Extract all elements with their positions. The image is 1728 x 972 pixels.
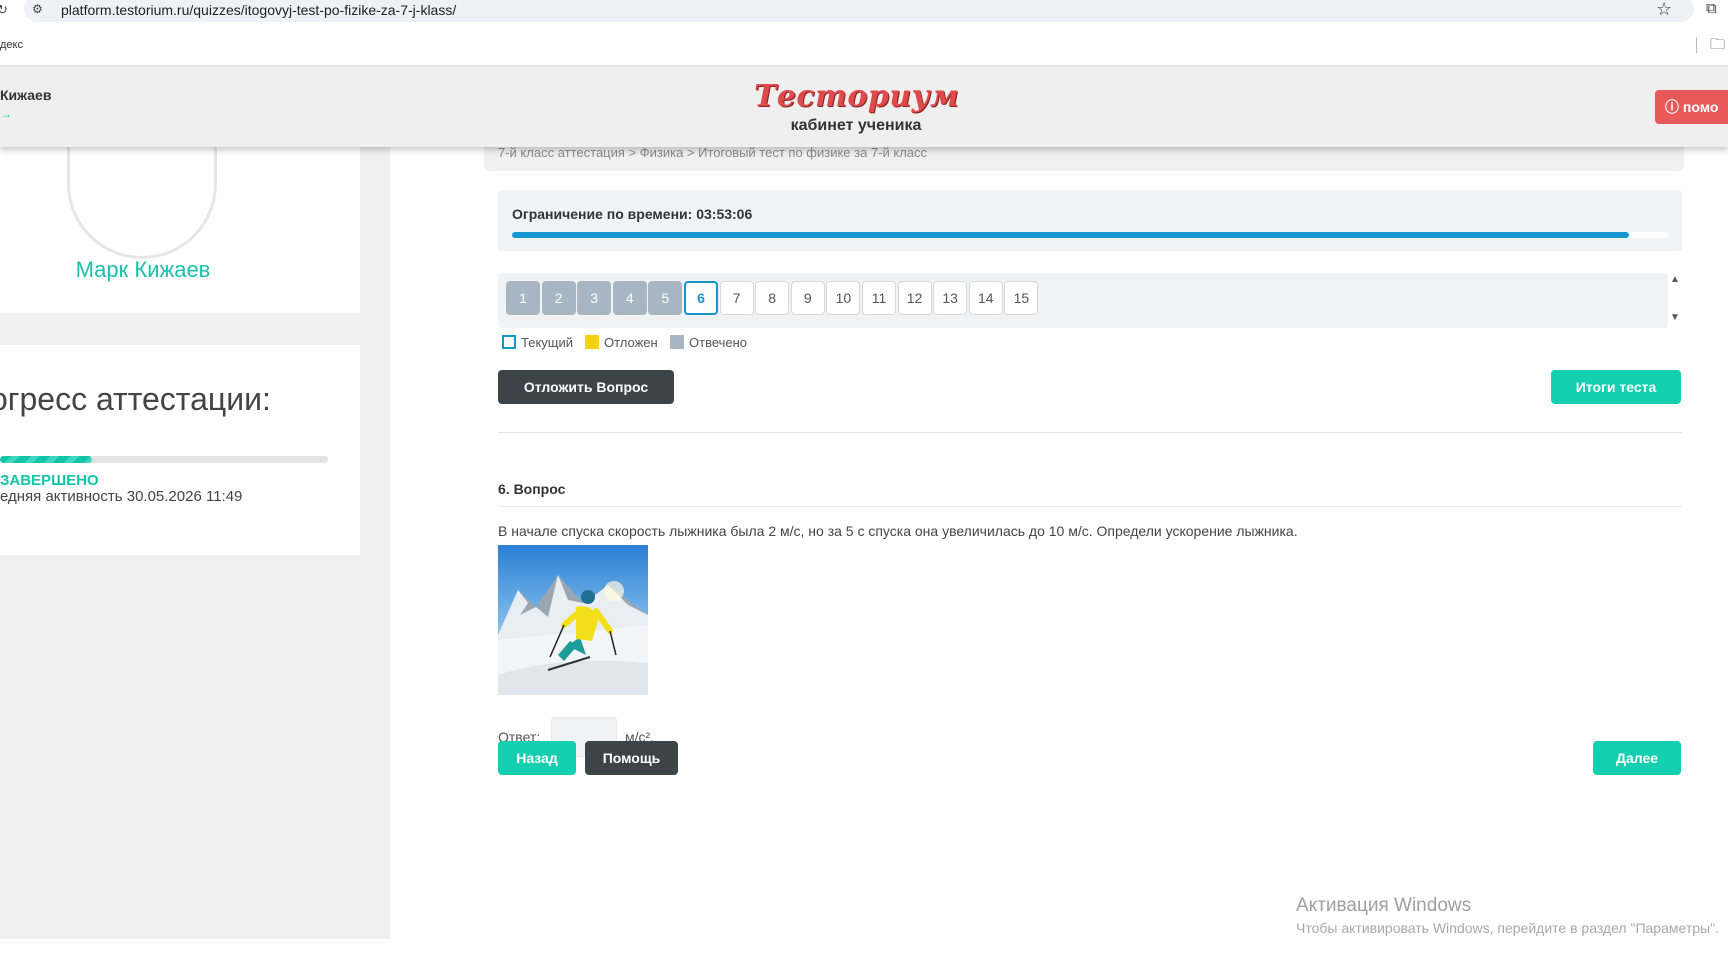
reload-icon[interactable]: ↻ (0, 2, 8, 18)
question-divider (498, 506, 1682, 507)
attestation-progress-bar (0, 456, 328, 463)
time-limit-value: 03:53:06 (696, 206, 753, 222)
bookmark-star-icon[interactable]: ☆ (1656, 0, 1672, 20)
site-header: Кижаев → Тесториум кабинет ученика ⓘ пом… (0, 67, 1728, 147)
extensions-icon[interactable]: ⧉ (1706, 0, 1717, 17)
profile-name[interactable]: Марк Кижаев (0, 257, 286, 283)
time-limit-text: Ограничение по времени: (512, 206, 693, 222)
breadcrumb[interactable]: 7-й класс аттестация > Физика > Итоговый… (498, 145, 927, 160)
question-2-button[interactable]: 2 (541, 281, 576, 315)
progress-title: огресс аттестации: (0, 381, 271, 417)
legend-deferred-swatch (585, 335, 599, 349)
bookmarks-bar: декс 🗀 (0, 22, 1728, 66)
profile-card: Марк Кижаев (0, 141, 360, 313)
site-settings-icon[interactable]: ⚙ (32, 2, 43, 16)
windows-activation-title: Активация Windows (1296, 895, 1472, 916)
question-10-button[interactable]: 10 (826, 281, 861, 315)
legend-answered-swatch (670, 335, 684, 349)
question-11-button[interactable]: 11 (862, 281, 896, 315)
question-3-button[interactable]: 3 (577, 281, 612, 315)
legend-deferred-label: Отложен (604, 335, 658, 350)
legend-current: Текущий (502, 335, 573, 350)
header-user-name[interactable]: Кижаев (0, 87, 51, 103)
back-button[interactable]: Назад (498, 741, 576, 775)
browser-address-bar: ↻ ⚙ platform.testorium.ru/quizzes/itogov… (0, 0, 1728, 22)
legend-current-swatch (502, 335, 516, 349)
help-button[interactable]: ⓘ помо (1655, 90, 1728, 124)
time-progress-bar (512, 232, 1668, 238)
question-13-button[interactable]: 13 (933, 281, 968, 315)
site-logo[interactable]: Тесториум (754, 79, 959, 114)
bookmarks-separator (1696, 37, 1697, 53)
breadcrumb-box: 7-й класс аттестация > Физика > Итоговый… (484, 143, 1684, 171)
defer-question-button[interactable]: Отложить Вопрос (498, 370, 674, 404)
windows-activation-subtitle: Чтобы активировать Windows, перейдите в … (1296, 920, 1719, 936)
bookmark-yandex[interactable]: декс (0, 39, 23, 51)
question-14-button[interactable]: 14 (968, 281, 1003, 315)
attestation-progress-fill (0, 456, 92, 463)
question-text: В начале спуска скорость лыжника была 2 … (498, 523, 1298, 539)
question-navigator: 1 2 3 4 5 6 7 8 9 10 11 12 13 14 15 (498, 273, 1668, 328)
folder-icon[interactable]: 🗀 (1710, 34, 1725, 59)
legend-answered: Отвечено (670, 335, 747, 350)
legend-deferred: Отложен (585, 335, 658, 350)
question-8-button[interactable]: 8 (755, 281, 790, 315)
question-1-button[interactable]: 1 (506, 281, 540, 315)
question-9-button[interactable]: 9 (790, 281, 825, 315)
legend-answered-label: Отвечено (689, 335, 748, 350)
question-5-button[interactable]: 5 (648, 281, 683, 315)
question-15-button[interactable]: 15 (1004, 281, 1039, 315)
test-results-button[interactable]: Итоги теста (1551, 370, 1681, 404)
help-button-label: помо (1682, 99, 1719, 115)
scroll-up-arrow-icon[interactable]: ▲ (1670, 274, 1680, 285)
last-activity: едняя активность 30.05.2026 11:49 (0, 488, 243, 505)
skier-image (498, 545, 648, 695)
url-text[interactable]: platform.testorium.ru/quizzes/itogovyj-t… (61, 2, 456, 18)
question-circle-icon: ⓘ (1665, 99, 1679, 115)
time-progress-fill (512, 232, 1629, 238)
skier-illustration (498, 545, 648, 695)
assist-button[interactable]: Помощь (585, 741, 678, 775)
progress-card: огресс аттестации: ЗАВЕРШЕНО едняя актив… (0, 345, 360, 555)
time-limit-box: Ограничение по времени: 03:53:06 (498, 190, 1682, 251)
question-4-button[interactable]: 4 (612, 281, 647, 315)
scroll-down-arrow-icon[interactable]: ▼ (1670, 312, 1680, 323)
question-12-button[interactable]: 12 (897, 281, 932, 315)
section-divider (498, 432, 1682, 433)
logo-subtitle: кабинет ученика (790, 117, 922, 134)
logout-arrow-icon[interactable]: → (0, 107, 12, 121)
question-7-button[interactable]: 7 (719, 281, 754, 315)
question-6-button[interactable]: 6 (684, 281, 718, 315)
attestation-status: ЗАВЕРШЕНО (0, 472, 99, 489)
time-limit-label: Ограничение по времени: 03:53:06 (512, 206, 752, 222)
quiz-panel: 7-й класс аттестация > Физика > Итоговый… (390, 143, 1728, 939)
legend-current-label: Текущий (521, 335, 573, 350)
avatar (67, 141, 217, 259)
page-bottom (0, 939, 1728, 972)
question-title: 6. Вопрос (498, 481, 566, 497)
next-button[interactable]: Далее (1593, 741, 1681, 775)
